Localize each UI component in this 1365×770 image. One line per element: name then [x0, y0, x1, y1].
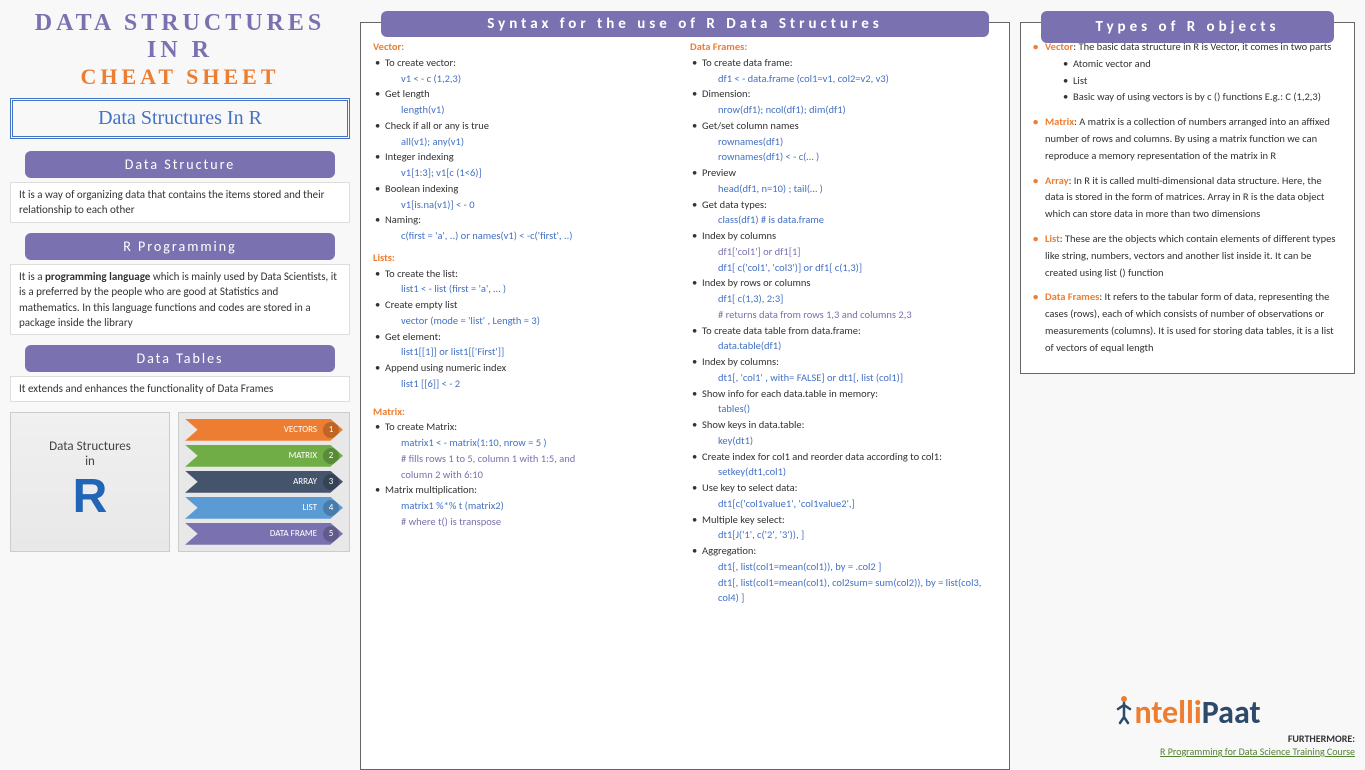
furthermore-label: FURTHERMORE: [1020, 732, 1355, 745]
course-link[interactable]: R Programming for Data Science Training … [1020, 745, 1355, 758]
r-logo-icon: R [73, 469, 108, 524]
syntax-left: Vector: To create vector: v1 < - c (1,2,… [373, 39, 680, 761]
data-structure-text: It is a way of organizing data that cont… [10, 182, 350, 223]
type-list: List: These are the objects which contai… [1033, 231, 1342, 281]
type-dataframes: Data Frames: It refers to the tabular fo… [1033, 289, 1342, 356]
chevron-vectors: VECTORS1 [185, 419, 343, 441]
title-line3: CHEAT SHEET [10, 64, 350, 90]
syntax-banner: Syntax for the use of R Data Structures [381, 11, 989, 37]
data-tables-header: Data Tables [25, 345, 335, 372]
chevron-dataframe: DATA FRAME5 [185, 523, 343, 545]
chevron-list: VECTORS1 MATRIX2 ARRAY3 LIST4 DATA FRAME… [178, 412, 350, 552]
diagram-row: Data Structures in R VECTORS1 MATRIX2 AR… [10, 412, 350, 552]
types-box: Types of R objects Vector: The basic dat… [1020, 22, 1355, 374]
r-programming-header: R Programming [25, 233, 335, 260]
chevron-matrix: MATRIX2 [185, 445, 343, 467]
type-matrix: Matrix: A matrix is a collection of numb… [1033, 114, 1342, 164]
r-logo-box: Data Structures in R [10, 412, 170, 552]
type-array: Array: In R it is called multi-dimension… [1033, 173, 1342, 223]
type-vector: Vector: The basic data structure in R is… [1033, 39, 1342, 106]
syntax-box: Syntax for the use of R Data Structures … [360, 22, 1010, 770]
logo-area: ntelliPaat FURTHERMORE: R Programming fo… [1020, 693, 1355, 758]
chevron-list: LIST4 [185, 497, 343, 519]
title-line2: IN R [10, 37, 350, 64]
intellipaat-logo: ntelliPaat [1020, 693, 1355, 732]
main-title: DATA STRUCTURES IN R CHEAT SHEET [10, 10, 350, 90]
r-programming-text: It is a programming language which is ma… [10, 264, 350, 336]
data-tables-text: It extends and enhances the functionalit… [10, 376, 350, 401]
data-structure-header: Data Structure [25, 151, 335, 178]
subtitle-box: Data Structures In R [10, 98, 350, 139]
syntax-right: Data Frames: To create data frame: df1 <… [690, 39, 997, 761]
person-icon [1114, 695, 1134, 727]
title-line1: DATA STRUCTURES [10, 10, 350, 37]
chevron-array: ARRAY3 [185, 471, 343, 493]
